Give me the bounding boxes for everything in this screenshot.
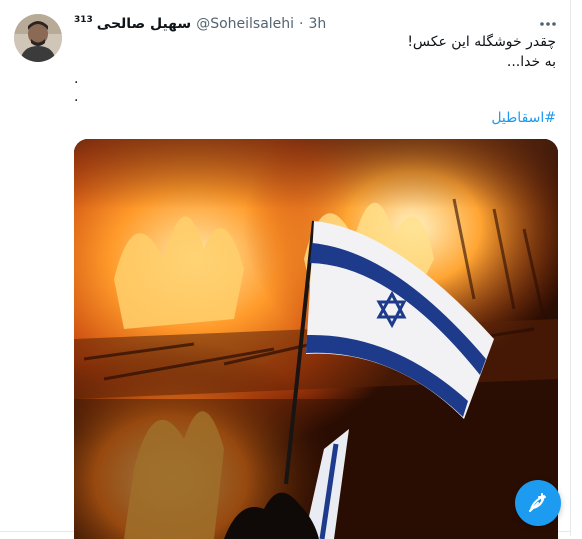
name-badge: 313	[74, 15, 93, 25]
separator-dot: ·	[299, 16, 304, 32]
hashtag-link[interactable]: #اسقاطیل	[74, 108, 556, 128]
tweet-text-line: چقدر خوشگله این عکس!	[407, 34, 556, 50]
more-options-button[interactable]	[536, 14, 560, 34]
more-horizontal-icon	[540, 22, 556, 26]
display-name[interactable]: سهیل صالحی	[97, 16, 191, 32]
compose-tweet-button[interactable]	[515, 480, 561, 526]
timestamp[interactable]: 3h	[309, 16, 327, 32]
tweet-text: چقدر خوشگله این عکس! به خدا...	[74, 32, 556, 72]
frame-right-border	[570, 0, 571, 536]
tweet-media-photo[interactable]	[74, 139, 558, 539]
dot-line: .	[74, 89, 79, 105]
fire-flag-photo	[74, 139, 558, 539]
avatar[interactable]	[14, 14, 62, 62]
user-handle[interactable]: @Soheilsalehi	[196, 16, 294, 32]
tweet-text-line: به خدا...	[506, 54, 556, 70]
tweet-header: 313 سهیل صالحی @Soheilsalehi · 3h	[74, 14, 326, 34]
tweet-dots: . .	[74, 70, 78, 106]
dot-line: .	[74, 71, 79, 87]
compose-feather-icon	[529, 493, 546, 512]
avatar-photo	[14, 14, 62, 62]
